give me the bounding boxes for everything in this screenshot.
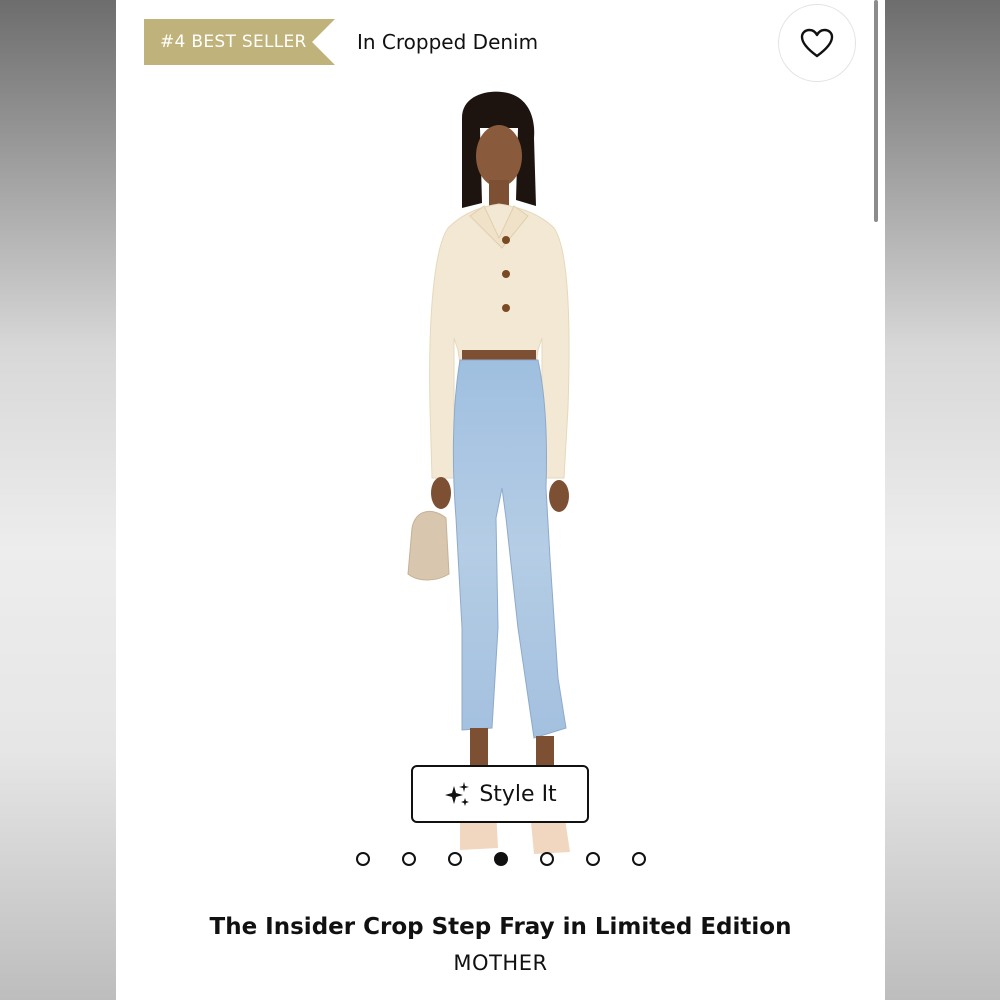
product-image[interactable] <box>356 88 656 878</box>
left-backdrop <box>0 0 116 1000</box>
carousel-dot[interactable] <box>540 852 554 866</box>
product-brand[interactable]: MOTHER <box>116 951 885 975</box>
best-seller-badge: #4 BEST SELLER <box>144 19 335 65</box>
category-link[interactable]: In Cropped Denim <box>357 30 538 54</box>
sparkles-icon <box>445 782 470 806</box>
carousel-dot[interactable] <box>448 852 462 866</box>
carousel-dots <box>356 851 646 867</box>
carousel-dot[interactable] <box>586 852 600 866</box>
product-title[interactable]: The Insider Crop Step Fray in Limited Ed… <box>116 914 885 940</box>
style-it-label: Style It <box>479 781 557 807</box>
right-backdrop <box>885 0 1000 1000</box>
carousel-dot-active[interactable] <box>494 852 508 866</box>
best-seller-label: #4 BEST SELLER <box>160 32 307 52</box>
handbag <box>407 510 450 581</box>
product-card: #4 BEST SELLER In Cropped Denim Style It… <box>116 0 885 1000</box>
scrollbar[interactable] <box>874 0 878 222</box>
carousel-dot[interactable] <box>356 852 370 866</box>
style-it-button[interactable]: Style It <box>411 765 589 823</box>
heart-icon <box>800 28 834 58</box>
favorite-button[interactable] <box>778 4 856 82</box>
carousel-dot[interactable] <box>632 852 646 866</box>
model-face <box>476 125 522 187</box>
carousel-dot[interactable] <box>402 852 416 866</box>
